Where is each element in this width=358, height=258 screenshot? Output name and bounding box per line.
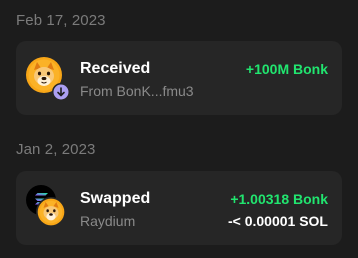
transaction-card-received[interactable]: Received From BonK...fmu3 +100M Bonk xyxy=(16,41,342,115)
transaction-type: Received xyxy=(80,60,151,77)
transaction-amount-sent: -< 0.00001 SOL xyxy=(227,213,328,229)
transaction-detail: From BonK...fmu3 xyxy=(80,83,194,99)
transaction-card-swapped[interactable]: Swapped Raydium +1.00318 Bonk -< 0.00001… xyxy=(16,171,342,245)
transaction-icon xyxy=(26,57,70,101)
arrow-down-icon xyxy=(52,83,70,101)
transaction-amount: +100M Bonk xyxy=(245,61,328,77)
transaction-type: Swapped xyxy=(80,190,151,207)
date-header: Jan 2, 2023 xyxy=(16,141,96,158)
bonk-token-icon xyxy=(36,197,66,227)
transaction-detail: Raydium xyxy=(80,213,136,229)
transaction-amount-received: +1.00318 Bonk xyxy=(230,191,328,207)
transaction-icon xyxy=(26,185,70,229)
date-header: Feb 17, 2023 xyxy=(16,12,106,29)
